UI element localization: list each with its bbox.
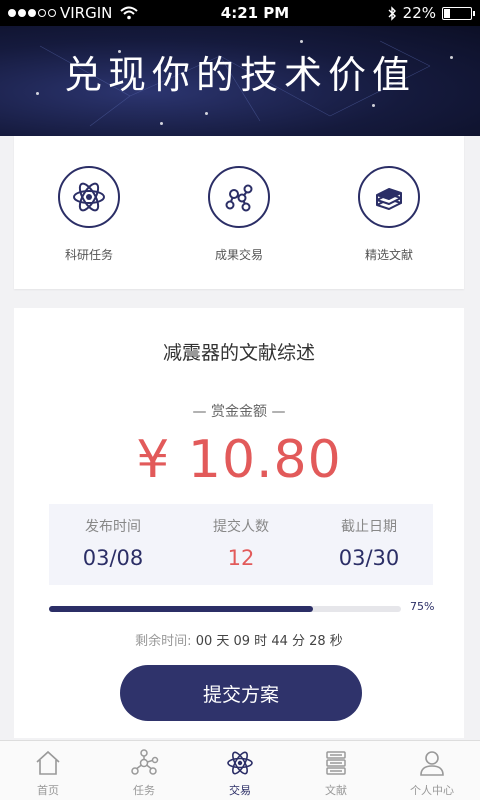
task-title: 减震器的文献综述: [162, 342, 315, 364]
stat-label: 提交人数: [213, 519, 269, 535]
stat-label: 截止日期: [341, 519, 397, 535]
stat-submitter-count: 提交人数 12: [177, 504, 305, 585]
stat-value: 03/08: [82, 546, 144, 570]
progress-percent: 75%: [410, 600, 435, 613]
tab-literature[interactable]: 文献: [288, 741, 384, 800]
stat-value: 12: [227, 546, 255, 570]
atom-icon: [227, 751, 253, 775]
tab-label: 交易: [229, 784, 251, 797]
bluetooth-icon: [388, 5, 396, 21]
category-card: 科研任务 成果交易 精选文献: [14, 136, 464, 289]
tab-label: 个人中心: [410, 784, 454, 797]
category-achievement-trade[interactable]: 成果交易: [179, 166, 299, 289]
remaining-time: 剩余时间: 00 天 09 时 44 分 28 秒: [14, 630, 464, 649]
task-stats: 发布时间 03/08 提交人数 12 截止日期 03/30: [49, 504, 433, 585]
user-icon: [420, 751, 444, 776]
remaining-value: 00 天 09 时 44 分 28 秒: [195, 634, 343, 649]
books-icon: [326, 751, 346, 775]
category-label: 科研任务: [64, 248, 113, 262]
books-icon: [358, 166, 420, 228]
hero-banner: 兑现你的技术价值: [0, 26, 480, 136]
atom-icon: [58, 166, 120, 228]
progress-fill: [49, 606, 313, 612]
bottom-tab-bar: 首页 任务 交易 文献 个人中心: [0, 740, 480, 800]
progress-bar: [49, 606, 401, 612]
tab-label: 任务: [133, 784, 155, 797]
tab-label: 首页: [37, 784, 59, 797]
home-icon: [36, 750, 60, 775]
molecule-icon: [208, 166, 270, 228]
status-bar: VIRGIN 4:21 PM 22%: [0, 0, 480, 26]
category-label: 精选文献: [364, 248, 413, 262]
tab-profile[interactable]: 个人中心: [384, 741, 480, 800]
reward-label: — 赏金金额 —: [192, 404, 286, 420]
signal-strength-icon: [8, 9, 56, 17]
reward-amount: ¥ 10.80: [136, 430, 342, 490]
wifi-icon: [120, 6, 139, 20]
task-card: 减震器的文献综述 — 赏金金额 — ¥ 10.80 发布时间 03/08 提交人…: [14, 308, 464, 738]
stat-deadline: 截止日期 03/30: [305, 504, 433, 585]
stat-value: 03/30: [338, 546, 400, 570]
network-icon: [131, 749, 159, 775]
stat-label: 发布时间: [85, 519, 141, 535]
battery-icon: [442, 6, 475, 20]
banner-title: 兑现你的技术价值: [63, 53, 416, 97]
stat-publish-date: 发布时间 03/08: [49, 504, 177, 585]
carrier-name: VIRGIN: [60, 4, 113, 22]
category-selected-literature[interactable]: 精选文献: [329, 166, 449, 289]
submit-proposal-button[interactable]: 提交方案: [120, 665, 362, 721]
tab-home[interactable]: 首页: [0, 741, 96, 800]
category-label: 成果交易: [214, 248, 263, 262]
clock: 4:21 PM: [220, 4, 290, 22]
battery-percent: 22%: [402, 4, 436, 22]
remaining-label: 剩余时间:: [135, 634, 192, 649]
tab-label: 文献: [325, 784, 347, 797]
tab-trade[interactable]: 交易: [192, 741, 288, 800]
category-research-tasks[interactable]: 科研任务: [29, 166, 149, 289]
tab-tasks[interactable]: 任务: [96, 741, 192, 800]
